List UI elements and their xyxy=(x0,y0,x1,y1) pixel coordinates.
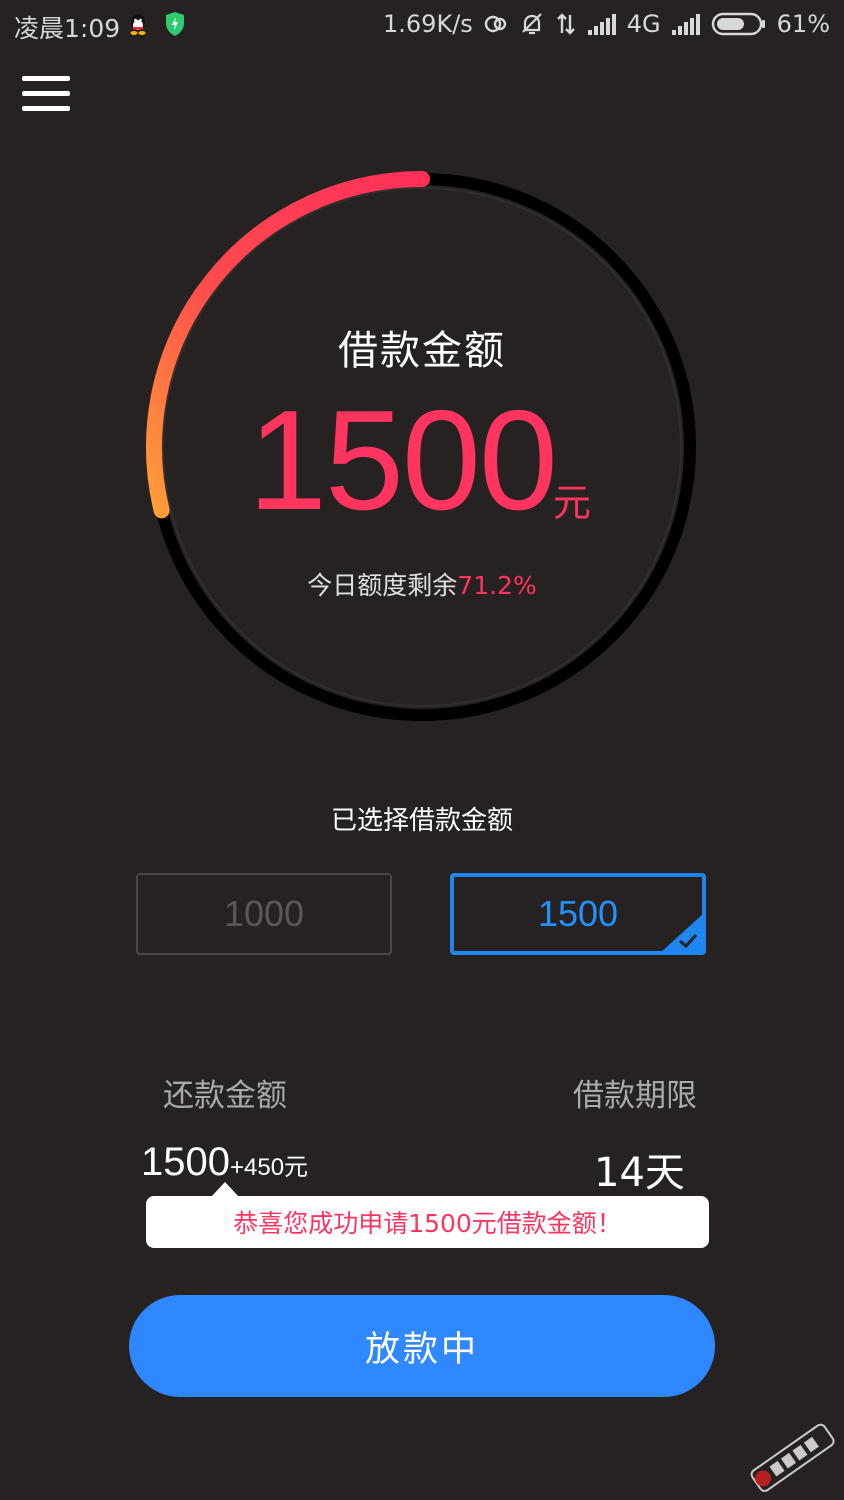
menu-icon[interactable] xyxy=(22,76,72,112)
network-type: 4G xyxy=(626,10,661,38)
toast-message: 恭喜您成功申请1500元借款金额！ xyxy=(233,1209,622,1238)
network-speed: 1.69K/s xyxy=(383,10,473,38)
check-icon xyxy=(662,914,702,951)
status-time: 凌晨1:09 xyxy=(14,14,121,43)
dial-title: 借款金额 xyxy=(338,328,506,374)
signal-icon xyxy=(587,14,616,35)
shield-icon xyxy=(166,12,184,36)
term-label: 借款期限 xyxy=(573,1078,697,1114)
loan-amount: 1500 xyxy=(248,381,558,540)
amount-option-1000[interactable]: 1000 xyxy=(136,873,392,955)
success-toast: 恭喜您成功申请1500元借款金额！ xyxy=(146,1196,709,1248)
remaining-quota-label: 今日额度剩余 xyxy=(307,571,458,600)
loan-amount-unit: 元 xyxy=(553,481,592,525)
data-arrows-icon xyxy=(556,13,575,35)
remaining-quota: 今日额度剩余71.2% xyxy=(0,566,844,602)
watermark-logo xyxy=(750,1423,835,1492)
status-right: 1.69K/s 4G 61% xyxy=(383,9,830,39)
repay-label: 还款金额 xyxy=(163,1078,287,1114)
menu-line xyxy=(22,106,70,111)
repay-extra: +450元 xyxy=(229,1154,309,1181)
toast-pointer xyxy=(211,1182,239,1197)
term-value: 14天 xyxy=(594,1150,685,1196)
repay-amount: 1500+450元 xyxy=(141,1140,308,1185)
status-bar: 凌晨1:09 1.69K/s 4G 61% xyxy=(0,0,844,50)
mute-icon xyxy=(522,13,542,35)
amount-option-1500[interactable]: 1500 xyxy=(450,873,706,955)
sync-icon xyxy=(484,15,506,33)
repay-principal: 1500 xyxy=(141,1140,230,1184)
menu-line xyxy=(22,91,70,96)
disbursing-button-label: 放款中 xyxy=(364,1329,479,1370)
signal-icon-2 xyxy=(671,14,700,35)
selection-label: 已选择借款金额 xyxy=(330,806,513,836)
amount-option-label: 1500 xyxy=(537,893,619,934)
menu-line xyxy=(22,76,70,81)
qq-icon xyxy=(130,14,146,35)
disbursing-button[interactable]: 放款中 xyxy=(129,1295,715,1397)
amount-option-label: 1000 xyxy=(223,893,305,934)
remaining-quota-value: 71.2% xyxy=(457,571,537,600)
battery-icon xyxy=(711,12,765,36)
battery-percent: 61% xyxy=(776,10,830,38)
